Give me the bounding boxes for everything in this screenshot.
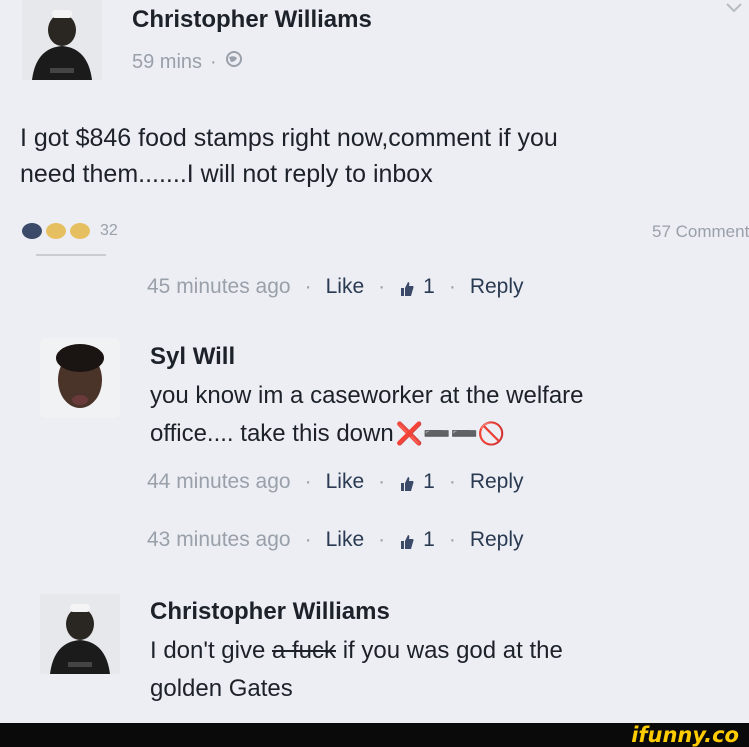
comment-time[interactable]: 45 minutes ago — [147, 275, 291, 299]
comment-line-1: you know im a caseworker at the welfare — [150, 382, 584, 409]
reaction-count: 32 — [100, 222, 118, 239]
post-text-line-1: I got $846 food stamps right now,comment… — [20, 124, 558, 152]
haha-reaction-icon — [46, 223, 66, 239]
separator: · — [378, 470, 386, 493]
comment-line-2: golden Gates — [150, 675, 293, 702]
emoji-sequence: ❌➖➖🚫 — [395, 421, 506, 446]
commenter-avatar-syl[interactable] — [40, 338, 120, 418]
struck-text: a fuck — [272, 637, 337, 664]
post-body: I got $846 food stamps right now,comment… — [20, 120, 740, 192]
comment-actions-3: 43 minutes ago · Like · 1 · Reply — [147, 528, 524, 552]
post-author-name[interactable]: Christopher Williams — [132, 6, 372, 34]
separator: · — [304, 470, 312, 493]
separator: · — [304, 275, 312, 298]
comment-time[interactable]: 44 minutes ago — [147, 470, 291, 494]
commenter-name-christopher[interactable]: Christopher Williams — [150, 598, 390, 626]
watermark-bar: ifunny.co — [0, 723, 749, 747]
ifunny-watermark: ifunny.co — [631, 723, 739, 747]
like-count: 1 — [423, 528, 435, 551]
reaction-summary[interactable]: 32 — [22, 222, 118, 240]
thumbs-up-icon — [399, 532, 415, 549]
comment-body-christopher: I don't give a fuck if you was god at th… — [150, 632, 740, 708]
reply-button[interactable]: Reply — [470, 528, 524, 552]
author-avatar[interactable] — [22, 0, 102, 80]
meta-separator: · — [210, 50, 217, 73]
separator: · — [378, 275, 386, 298]
separator: · — [448, 275, 456, 298]
post-text-line-2: need them.......I will not reply to inbo… — [20, 160, 433, 188]
separator: · — [304, 528, 312, 551]
comment-actions-2: 44 minutes ago · Like · 1 · Reply — [147, 470, 524, 494]
like-count: 1 — [423, 470, 435, 493]
like-button[interactable]: Like — [326, 470, 365, 494]
reply-button[interactable]: Reply — [470, 275, 524, 299]
like-button[interactable]: Like — [326, 528, 365, 552]
comment-body-syl: you know im a caseworker at the welfare … — [150, 377, 740, 453]
comment-line-1: I don't give a fuck if you was god at th… — [150, 637, 563, 664]
chevron-down-icon[interactable] — [726, 0, 742, 18]
like-count: 1 — [423, 275, 435, 298]
separator: · — [378, 528, 386, 551]
comment-time[interactable]: 43 minutes ago — [147, 528, 291, 552]
commenter-avatar-christopher[interactable] — [40, 594, 120, 674]
like-button[interactable]: Like — [326, 275, 365, 299]
separator: · — [448, 470, 456, 493]
comment-line-2: office.... take this down ❌➖➖🚫 — [150, 415, 740, 453]
like-reaction-icon — [22, 223, 42, 239]
post-meta: 59 mins · — [132, 50, 243, 74]
separator: · — [448, 528, 456, 551]
divider — [36, 254, 106, 256]
reply-button[interactable]: Reply — [470, 470, 524, 494]
post-time[interactable]: 59 mins — [132, 51, 202, 74]
comments-count-link[interactable]: 57 Comments — [652, 222, 749, 242]
thumbs-up-icon — [399, 279, 415, 296]
thumbs-up-icon — [399, 474, 415, 491]
comment-actions-1: 45 minutes ago · Like · 1 · Reply — [147, 275, 524, 299]
globe-icon — [225, 50, 243, 74]
commenter-name-syl[interactable]: Syl Will — [150, 343, 235, 371]
wow-reaction-icon — [70, 223, 90, 239]
